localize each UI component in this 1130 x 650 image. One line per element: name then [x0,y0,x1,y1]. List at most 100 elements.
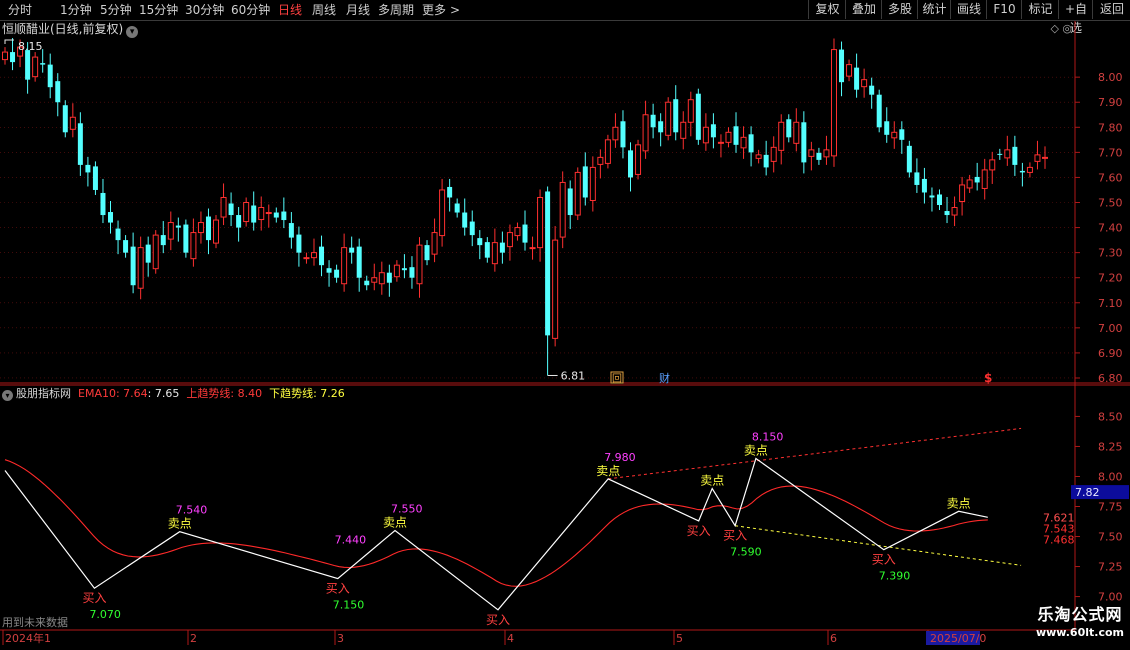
candle-body [710,124,716,138]
buy-signal-label: 买入 [687,524,711,538]
candle-body [431,232,438,255]
chevron-down-icon[interactable]: ▾ [126,26,139,38]
candle-body [793,121,800,144]
candle-body [281,211,287,221]
indicator-title-bar[interactable]: ▾ 股朋指标网 EMA10: 7.64: 7.65 上趋势线: 8.40 下趋势线… [2,387,345,401]
period-tab-6[interactable]: 日线 [278,2,302,18]
indicator-name: 股朋指标网 [16,387,71,400]
candle-body [869,85,875,95]
period-tab-5[interactable]: 60分钟 [231,2,270,18]
period-tab-10[interactable]: 更多 [422,2,446,18]
candle-body [477,238,483,246]
toolbar-button-8[interactable]: 返回 [1092,0,1130,19]
candle-body [567,188,573,216]
price-tick-label: 7.60 [1098,171,1123,184]
candle-body [265,212,272,215]
candle-body [854,67,860,90]
date-highlight [926,631,980,645]
period-tab-4[interactable]: 30分钟 [185,2,224,18]
candle-body [32,56,39,78]
indicator-tick-label: 8.00 [1098,470,1123,483]
down-trend-label: 下趋势线: 7.26 [269,387,345,400]
current-value-tag-text: 7.82 [1075,486,1100,499]
period-tab-2[interactable]: 5分钟 [100,2,132,18]
candle-body [386,272,392,283]
candle-body [695,93,701,140]
candle-body [62,105,68,133]
period-tab-7[interactable]: 周线 [312,2,336,18]
date-label: 3 [337,632,344,645]
candle-body [85,164,91,173]
candle-body [861,79,868,88]
candle-body [349,247,355,253]
toolbar-button-6[interactable]: 标记 [1021,0,1059,19]
up-trend-line [608,427,1022,480]
candle-body [409,267,415,278]
candle-body [326,268,332,273]
candle-body [130,246,136,286]
sell-signal-label: 卖点 [947,496,971,510]
candle-body [506,232,513,248]
candle-body [914,172,920,185]
watermark-url: www.60lt.com [1035,626,1124,639]
candle-body [891,131,898,139]
candle-body [830,49,837,157]
window-controls-icon[interactable]: ◇ ◎ [1050,22,1072,35]
candle-body [642,114,649,152]
period-tab-1[interactable]: 1分钟 [60,2,92,18]
price-tick-label: 7.40 [1098,222,1123,235]
candle-body [251,205,257,223]
candle-body [273,212,279,218]
candle-body [748,134,754,153]
candle-body [997,153,1003,155]
candle-body [786,119,792,138]
sell-signal-label: 卖点 [744,443,768,457]
buy-price-label: 7.390 [879,570,911,583]
candle-body [228,203,234,216]
toolbar-button-3[interactable]: 统计 [917,0,951,19]
candle-body [236,215,242,228]
period-tab-0[interactable]: 分时 [8,2,32,18]
candle-body [462,212,468,228]
period-tab-3[interactable]: 15分钟 [139,2,178,18]
review-marker-icon [610,371,624,384]
peak-price-label: 7.540 [176,504,208,517]
candle-body [989,159,996,171]
candle-body [816,152,822,160]
candle-body [123,240,129,253]
candle-body [356,246,362,278]
date-label: 6 [830,632,837,645]
toolbar-button-2[interactable]: 多股 [881,0,918,19]
period-tab-8[interactable]: 月线 [346,2,370,18]
chevron-down-icon[interactable]: ▾ [2,390,13,401]
candle-body [589,166,596,201]
candle-body [288,223,294,238]
candle-body [334,269,340,278]
more-arrow-icon[interactable]: > [450,2,460,18]
stock-title-bar[interactable]: 恒顺醋业(日线,前复权) ▾ [2,21,139,38]
price-tick-label: 7.30 [1098,247,1123,260]
toolbar-button-7[interactable]: +自选 [1058,0,1093,35]
price-tick-label: 7.20 [1098,272,1123,285]
right-value-label: 7.621 [1043,511,1075,524]
period-tab-9[interactable]: 多周期 [378,2,414,18]
toolbar-button-1[interactable]: 叠加 [845,0,882,19]
candle-body [702,126,709,144]
candle-body [145,244,151,263]
future-data-note: 用到未来数据 [2,616,68,629]
candle-body [213,219,220,244]
stock-title: 恒顺醋业(日线,前复权) [2,22,124,36]
candle-body [755,154,762,159]
date-label: 2024年1 [5,631,51,645]
high-price-pointer [4,39,14,44]
toolbar-button-5[interactable]: F10 [986,0,1022,19]
sell-signal-label: 卖点 [596,464,620,478]
candle-body [77,123,83,165]
ema-label: EMA10: 7.64 [78,387,148,400]
toolbar-button-4[interactable]: 画线 [950,0,987,19]
candle-body [447,186,453,198]
candle-body [469,221,475,236]
peak-price-label: 7.440 [335,534,367,547]
toolbar-button-0[interactable]: 复权 [808,0,846,19]
buy-signal-label: 买入 [872,553,896,567]
